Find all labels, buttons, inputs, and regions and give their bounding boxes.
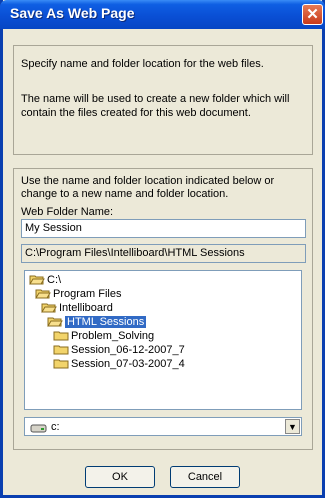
drive-select-value: c:: [51, 421, 60, 433]
drive-icon: [30, 421, 47, 439]
tree-item-label: Problem_Solving: [71, 330, 155, 342]
tree-item-label: Session_06-12-2007_7: [71, 344, 185, 356]
open-folder-icon: [35, 288, 51, 299]
save-as-web-page-dialog: Save As Web Page ✕ Specify name and fold…: [0, 0, 325, 498]
open-folder-icon: [41, 302, 57, 313]
tree-item-label: Intelliboard: [59, 302, 113, 314]
folder-icon: [53, 358, 69, 369]
info-line-1: Specify name and folder location for the…: [21, 58, 264, 70]
tree-item-label: C:\: [47, 274, 62, 286]
tree-item-intelliboard[interactable]: Intelliboard: [41, 302, 113, 315]
cancel-button[interactable]: Cancel: [170, 466, 240, 488]
location-group: Use the name and folder location indicat…: [13, 168, 313, 450]
tree-item-html-sessions[interactable]: HTML Sessions: [47, 316, 147, 329]
tree-item-problem-solving[interactable]: Problem_Solving: [53, 330, 154, 343]
web-folder-name-input[interactable]: My Session: [21, 219, 306, 238]
tree-item-c-drive[interactable]: C:\: [29, 274, 61, 287]
window-title: Save As Web Page: [10, 5, 135, 21]
tree-item-label: HTML Sessions: [65, 316, 147, 328]
drive-select[interactable]: c: ▼: [24, 417, 302, 436]
tree-item-session-06-12-2007-7[interactable]: Session_06-12-2007_7: [53, 344, 185, 357]
folder-icon: [53, 330, 69, 341]
tree-item-session-07-03-2007-4[interactable]: Session_07-03-2007_4: [53, 358, 185, 371]
path-display: C:\Program Files\Intelliboard\HTML Sessi…: [21, 244, 306, 263]
open-folder-icon: [29, 274, 45, 285]
instruction-line-1: Use the name and folder location indicat…: [21, 175, 275, 187]
tree-item-label: Program Files: [53, 288, 122, 300]
close-button[interactable]: ✕: [302, 4, 323, 25]
open-folder-icon: [47, 316, 63, 327]
folder-tree[interactable]: C:\ Program Files Intelliboard HTML Sess…: [24, 270, 302, 410]
title-bar[interactable]: Save As Web Page ✕: [0, 0, 325, 29]
info-group: Specify name and folder location for the…: [13, 45, 313, 155]
web-folder-name-label: Web Folder Name:: [21, 206, 114, 218]
folder-icon: [53, 344, 69, 355]
tree-item-program-files[interactable]: Program Files: [35, 288, 121, 301]
ok-button[interactable]: OK: [85, 466, 155, 488]
chevron-down-icon[interactable]: ▼: [285, 419, 300, 434]
instruction-line-2: change to a new name and folder location…: [21, 188, 229, 200]
info-line-2: The name will be used to create a new fo…: [21, 93, 290, 105]
tree-item-label: Session_07-03-2007_4: [71, 358, 185, 370]
info-line-3: contain the files created for this web d…: [21, 107, 251, 119]
